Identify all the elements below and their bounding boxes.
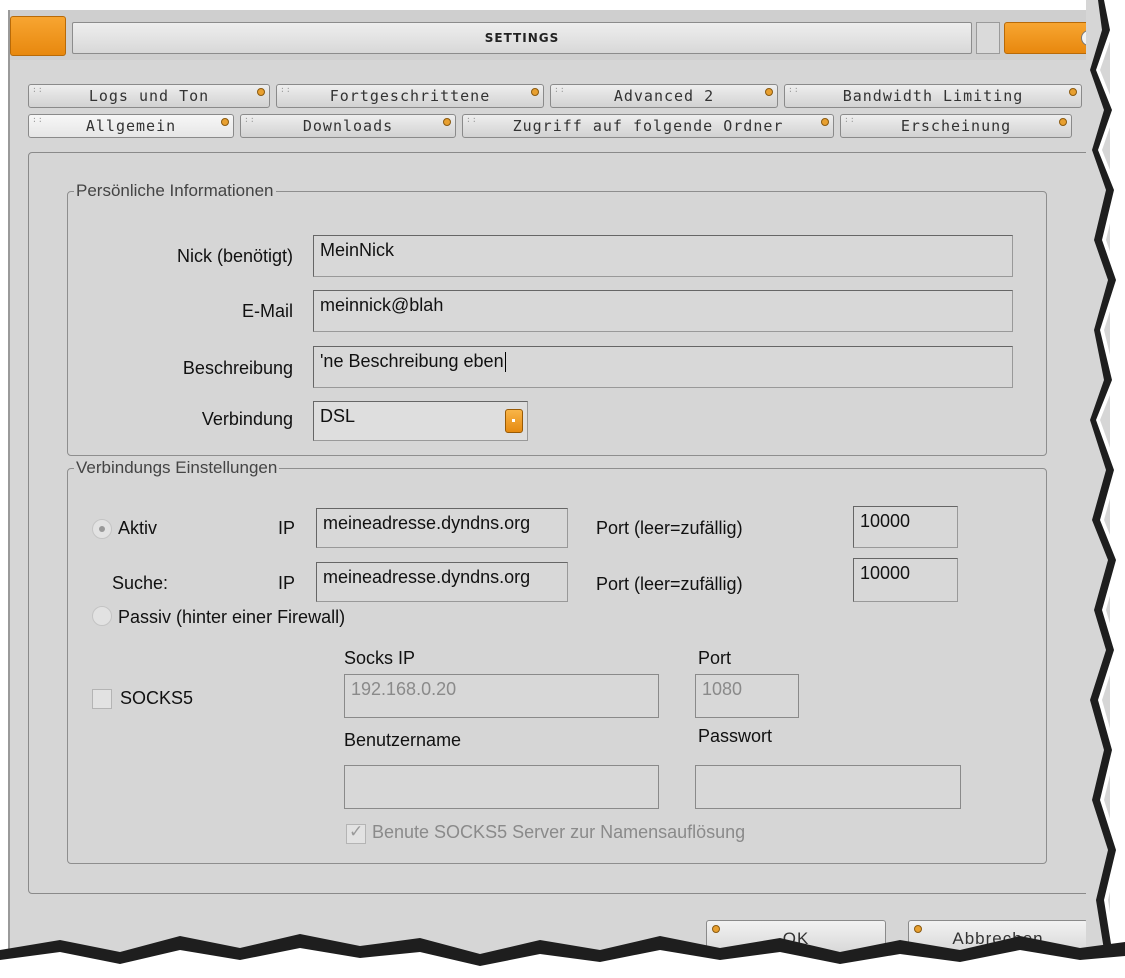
search-label: Suche: xyxy=(112,573,169,593)
socks-ip-field[interactable]: 192.168.0.20 xyxy=(344,674,659,718)
text-caret xyxy=(504,352,506,373)
connection-settings-group: Verbindungs Einstellungen Aktiv IP meine… xyxy=(67,458,1047,864)
tab-dot-icon xyxy=(443,118,451,126)
tab-label: Advanced 2 xyxy=(613,87,715,105)
search-ip-field[interactable]: meineadresse.dyndns.org xyxy=(316,562,568,602)
email-label: E-Mail xyxy=(241,301,293,321)
tab-label: Fortgeschrittene xyxy=(329,87,491,105)
username-field[interactable] xyxy=(344,765,659,809)
username-label: Benutzername xyxy=(344,730,462,750)
chevron-down-icon[interactable] xyxy=(505,409,523,433)
tab-dot-icon xyxy=(1069,88,1077,96)
tab-bandwidth-limiting[interactable]: :: Bandwidth Limiting xyxy=(784,84,1082,108)
ip-label: IP xyxy=(278,518,296,538)
search-port-field[interactable]: 10000 xyxy=(853,558,958,602)
tab-allgemein[interactable]: :: Allgemein xyxy=(28,114,234,138)
grip-handle[interactable] xyxy=(976,22,1000,54)
personal-info-legend: Persönliche Informationen xyxy=(76,181,274,200)
tab-label: Logs und Ton xyxy=(88,87,210,105)
window-title[interactable]: SETTINGS xyxy=(72,22,972,54)
description-field[interactable]: 'ne Beschreibung eben xyxy=(313,346,1013,388)
tab-dot-icon xyxy=(1059,118,1067,126)
resolve-via-socks-label: Benute SOCKS5 Server zur Namensauflösung xyxy=(372,822,746,842)
ip-field[interactable]: meineadresse.dyndns.org xyxy=(316,508,568,548)
tab-label: Allgemein xyxy=(85,117,177,135)
tab-label: Erscheinung xyxy=(900,117,1012,135)
tab-row-1: :: Logs und Ton :: Fortgeschrittene :: A… xyxy=(28,84,1088,110)
tab-dot-icon xyxy=(221,118,229,126)
tab-label: Downloads xyxy=(302,117,394,135)
checkmark-icon: ✓ xyxy=(349,822,364,841)
tab-label: Zugriff auf folgende Ordner xyxy=(512,117,784,135)
tab-advanced-2[interactable]: :: Advanced 2 xyxy=(550,84,778,108)
nick-field[interactable]: MeinNick xyxy=(313,235,1013,277)
passive-label: Passiv (hinter einer Firewall) xyxy=(118,607,346,627)
socks-port-field[interactable]: 1080 xyxy=(695,674,799,718)
port-field[interactable]: 10000 xyxy=(853,506,958,548)
connection-select[interactable]: DSL xyxy=(313,401,528,441)
connection-settings-legend: Verbindungs Einstellungen xyxy=(76,458,278,477)
socks5-label: SOCKS5 xyxy=(120,688,194,708)
active-radio[interactable] xyxy=(92,519,112,539)
socks-port-label: Port xyxy=(698,648,732,668)
tab-content-panel: Persönliche Informationen Nick (benötigt… xyxy=(28,152,1092,894)
passive-radio[interactable] xyxy=(92,606,112,626)
tab-dot-icon xyxy=(531,88,539,96)
connection-label: Verbindung xyxy=(201,409,293,429)
nick-label: Nick (benötigt) xyxy=(176,246,293,266)
password-field[interactable] xyxy=(695,765,961,809)
search-port-label: Port (leer=zufällig) xyxy=(596,574,743,594)
description-label: Beschreibung xyxy=(182,358,293,378)
tab-dot-icon xyxy=(765,88,773,96)
active-label: Aktiv xyxy=(118,518,158,538)
tab-logs-und-ton[interactable]: :: Logs und Ton xyxy=(28,84,270,108)
window-menu-button[interactable] xyxy=(10,16,66,56)
tab-dot-icon xyxy=(257,88,265,96)
socks5-checkbox[interactable] xyxy=(92,689,112,709)
settings-window: SETTINGS × :: Logs und Ton :: Fortgeschr… xyxy=(8,10,1110,978)
connection-value: DSL xyxy=(320,406,356,426)
description-value: 'ne Beschreibung eben xyxy=(320,351,504,371)
search-ip-label: IP xyxy=(278,573,296,593)
socks-ip-label: Socks IP xyxy=(344,648,416,668)
email-field[interactable]: meinnick@blah xyxy=(313,290,1013,332)
torn-edge-bottom xyxy=(0,934,1125,978)
tab-dot-icon xyxy=(821,118,829,126)
torn-edge-right xyxy=(1086,0,1120,978)
tab-fortgeschrittene[interactable]: :: Fortgeschrittene xyxy=(276,84,544,108)
tab-label: Bandwidth Limiting xyxy=(842,87,1024,105)
tab-erscheinung[interactable]: :: Erscheinung xyxy=(840,114,1072,138)
password-label: Passwort xyxy=(698,726,773,746)
tab-row-2: :: Allgemein :: Downloads :: Zugriff auf… xyxy=(28,114,1078,140)
tab-zugriff-ordner[interactable]: :: Zugriff auf folgende Ordner xyxy=(462,114,834,138)
personal-info-group: Persönliche Informationen Nick (benötigt… xyxy=(67,181,1047,456)
port-label: Port (leer=zufällig) xyxy=(596,518,743,538)
tab-downloads[interactable]: :: Downloads xyxy=(240,114,456,138)
resolve-via-socks-checkbox[interactable]: ✓ xyxy=(346,822,366,844)
title-bar: SETTINGS × xyxy=(10,10,1110,60)
